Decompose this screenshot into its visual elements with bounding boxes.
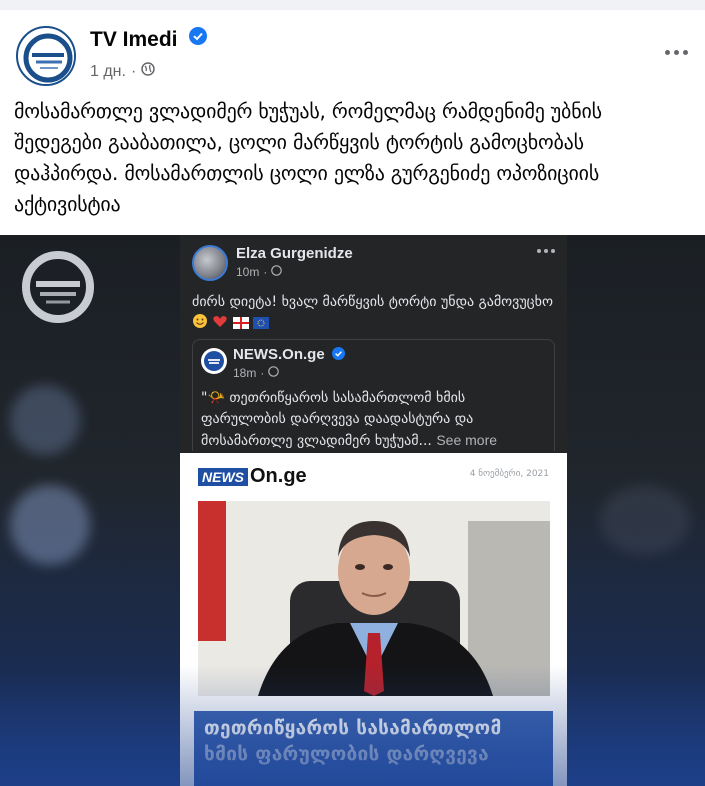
imedi-background-logo-icon bbox=[22, 251, 94, 323]
see-more-link: See more bbox=[436, 432, 498, 448]
globe-icon bbox=[271, 265, 283, 279]
more-options-button[interactable] bbox=[661, 42, 691, 62]
globe-icon bbox=[268, 366, 280, 380]
shared-source-row: NEWS.On.ge bbox=[233, 346, 345, 363]
blurred-background-shape bbox=[10, 485, 90, 565]
blurred-background-shape bbox=[600, 485, 690, 555]
logo-news: NEWS bbox=[198, 467, 248, 486]
embedded-post-message: ძირს დიეტა! ხვალ მარწყვის ტორტი უნდა გამ… bbox=[192, 294, 553, 310]
article-preview: NEWS On.ge 4 ნოემბერი, 2021 თეთრიწყაროს … bbox=[180, 453, 567, 786]
author-avatar bbox=[192, 245, 228, 281]
author-name: Elza Gurgenidze bbox=[236, 245, 353, 262]
page-avatar[interactable] bbox=[16, 26, 76, 86]
author-time: 10m bbox=[236, 265, 260, 279]
globe-icon bbox=[141, 62, 156, 81]
shared-post-text: "📯 თეთრიწყაროს სასამართლომ ხმის ფარულობი… bbox=[201, 388, 546, 452]
news-avatar bbox=[201, 348, 227, 374]
shared-time: 18m bbox=[233, 366, 257, 380]
post-time[interactable]: 1 дн. bbox=[90, 63, 126, 81]
meta-separator: · bbox=[130, 62, 137, 80]
post-caption: მოსამართლე ვლადიმერ ხუჭუას, რომელმაც რამ… bbox=[14, 99, 602, 216]
post-image[interactable]: Elza Gurgenidze 10m · ძირს დიეტა! ხვალ მ… bbox=[0, 235, 705, 786]
more-dots-icon bbox=[537, 249, 555, 253]
verified-badge-icon bbox=[189, 26, 208, 51]
smiling-emoji-icon bbox=[192, 313, 208, 336]
article-title: თეთრიწყაროს სასამართლომ ხმის ფარულობის დ… bbox=[194, 711, 553, 786]
shared-meta: 18m · bbox=[233, 366, 280, 380]
blurred-background-shape bbox=[10, 385, 80, 455]
meta-separator: · bbox=[263, 265, 268, 279]
embedded-post-header: Elza Gurgenidze 10m · bbox=[192, 245, 555, 285]
page-name[interactable]: TV Imedi bbox=[90, 28, 178, 51]
shared-source-name: NEWS.On.ge bbox=[233, 346, 325, 363]
logo-on: On.ge bbox=[250, 465, 307, 487]
article-date: 4 ნოემბერი, 2021 bbox=[469, 469, 549, 479]
verified-badge-icon bbox=[329, 346, 345, 363]
shared-post: NEWS.On.ge 18m · "📯 თეთრიწყაროს სასამართ… bbox=[192, 339, 555, 451]
author-meta: 10m · bbox=[236, 265, 283, 279]
article-title-line1: თეთრიწყაროს სასამართლომ bbox=[204, 717, 502, 739]
article-title-line2: ხმის ფარულობის დარღვევა bbox=[204, 743, 489, 765]
post-header: TV Imedi 1 дн. · bbox=[14, 24, 691, 94]
heart-emoji-icon bbox=[212, 313, 228, 336]
georgia-flag-icon bbox=[232, 314, 249, 336]
article-logo: NEWS On.ge bbox=[198, 465, 307, 488]
eu-flag-icon bbox=[253, 314, 270, 336]
embedded-post-text: ძირს დიეტა! ხვალ მარწყვის ტორტი უნდა გამ… bbox=[192, 291, 555, 336]
more-dots-icon bbox=[664, 49, 670, 55]
judge-photo bbox=[198, 501, 550, 696]
page-name-row: TV Imedi bbox=[90, 26, 208, 52]
imedi-logo-icon bbox=[20, 30, 74, 84]
post-meta: 1 дн. · bbox=[90, 62, 156, 81]
meta-separator: · bbox=[260, 366, 265, 380]
feed-top-strip bbox=[0, 0, 705, 10]
shared-post-message: "📯 თეთრიწყაროს სასამართლომ ხმის ფარულობი… bbox=[201, 390, 474, 449]
embedded-post-card: Elza Gurgenidze 10m · ძირს დიეტა! ხვალ მ… bbox=[180, 235, 567, 786]
news-logo-icon bbox=[204, 351, 224, 371]
